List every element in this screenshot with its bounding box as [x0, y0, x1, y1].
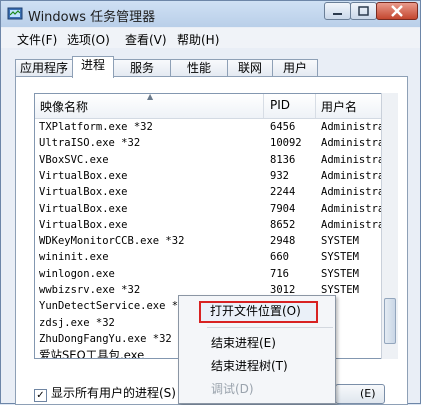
column-header-pid[interactable]: PID [270, 98, 290, 112]
minimize-button[interactable] [324, 2, 351, 20]
cell-image-name: YunDetectService.exe *32 [39, 300, 191, 313]
cell-image-name: wwbizsrv.exe *32 [39, 284, 141, 296]
cell-pid: 716 [270, 267, 289, 280]
task-manager-icon [7, 7, 23, 20]
cell-username: Administra [321, 186, 384, 199]
cell-pid: 8652 [270, 218, 296, 231]
cell-image-name: zdsj.exe *32 [39, 316, 115, 329]
table-row[interactable]: WDKeyMonitorCCB.exe *32 2948 SYSTEM [35, 233, 383, 249]
ctx-end-process[interactable]: 结束进程(E) [179, 334, 335, 352]
ctx-separator [207, 327, 333, 328]
cell-username: SYSTEM [321, 267, 359, 280]
maximize-icon [358, 6, 369, 16]
cell-username: Administra [321, 218, 384, 231]
ctx-debug: 调试(D) [179, 380, 335, 398]
menu-options[interactable]: 选项(O) [67, 31, 110, 48]
cell-image-name: winlogon.exe [39, 267, 115, 280]
close-button[interactable] [376, 2, 418, 20]
cell-image-name: VBoxSVC.exe [39, 153, 109, 166]
column-header-image-name[interactable]: 映像名称 [40, 98, 88, 115]
table-row[interactable]: VirtualBox.exe 932 Administra [35, 168, 384, 184]
close-icon [391, 5, 403, 17]
cell-pid: 10092 [270, 137, 302, 150]
tab-users[interactable]: 用户 [272, 59, 318, 77]
table-row[interactable]: VirtualBox.exe 2244 Administra [35, 184, 384, 200]
maximize-button[interactable] [350, 2, 377, 20]
table-row[interactable]: wininit.exe 660 SYSTEM [35, 249, 383, 265]
tab-processes[interactable]: 进程 [72, 56, 114, 78]
ctx-open-file-location-overlay-label: 打开文件位置(O) [210, 304, 301, 318]
end-process-button-label: (E) [360, 387, 376, 400]
column-divider[interactable] [263, 94, 264, 118]
menu-bar: 文件(F) 选项(O) 查看(V) 帮助(H) [1, 28, 420, 48]
title-bar[interactable]: Windows 任务管理器 [1, 1, 420, 27]
cell-username: Administra [321, 153, 384, 166]
menu-view[interactable]: 查看(V) [125, 31, 167, 48]
cell-pid: 7904 [270, 202, 296, 215]
cell-image-name: WDKeyMonitorCCB.exe *32 [39, 235, 185, 248]
column-header-row: ▲ 映像名称 PID 用户名 [35, 94, 383, 119]
cell-image-name: ZhuDongFangYu.exe *32 [39, 332, 172, 345]
cell-image-name: 爱站SEO工具包.exe [39, 348, 145, 359]
cell-image-name: VirtualBox.exe [39, 186, 128, 199]
table-row[interactable]: UltraISO.exe *32 10092 Administra [35, 135, 384, 151]
show-all-users-label: 显示所有用户的进程(S) [51, 386, 176, 400]
column-divider[interactable] [315, 94, 316, 118]
ctx-debug-label: 调试(D) [211, 382, 254, 396]
table-row[interactable]: winlogon.exe 716 SYSTEM [35, 266, 383, 282]
ctx-end-process-tree-label: 结束进程树(T) [211, 359, 288, 373]
end-process-button[interactable]: (E) [335, 384, 385, 404]
column-header-username[interactable]: 用户名 [321, 98, 357, 115]
cell-image-name: VirtualBox.exe [39, 202, 128, 215]
window-title: Windows 任务管理器 [28, 10, 156, 25]
cell-image-name: VirtualBox.exe [39, 169, 128, 182]
cell-username: Administra [321, 169, 384, 182]
menu-help[interactable]: 帮助(H) [177, 31, 219, 48]
cell-username: Administra [321, 137, 384, 150]
minimize-icon [333, 13, 342, 15]
tab-applications[interactable]: 应用程序 [15, 59, 73, 77]
menu-file[interactable]: 文件(F) [17, 31, 57, 48]
cell-pid: 8136 [270, 153, 296, 166]
tab-networking[interactable]: 联网 [227, 59, 273, 77]
tab-performance[interactable]: 性能 [170, 59, 228, 77]
cell-username: Administra [321, 202, 384, 215]
table-row[interactable]: VBoxSVC.exe 8136 Administra [35, 152, 384, 168]
cell-image-name: wininit.exe [39, 251, 109, 264]
cell-pid: 6456 [270, 121, 296, 133]
cell-pid: 2244 [270, 186, 296, 199]
cell-pid: 660 [270, 251, 289, 264]
table-row[interactable]: TXPlatform.exe *32 6456 Administra [35, 119, 384, 135]
cell-username: Administra [321, 121, 384, 133]
vertical-scrollbar[interactable] [381, 93, 398, 359]
ctx-end-process-label: 结束进程(E) [211, 336, 276, 350]
ctx-open-file-location-text: 打开文件位置(O) [178, 302, 336, 320]
cell-username: SYSTEM [321, 235, 359, 248]
checkbox-check-icon[interactable]: ✓ [34, 389, 47, 402]
cell-pid: 2948 [270, 235, 296, 248]
cell-pid: 932 [270, 169, 289, 182]
table-row[interactable]: VirtualBox.exe 8652 Administra [35, 217, 384, 233]
tab-services[interactable]: 服务 [113, 59, 171, 77]
cell-image-name: TXPlatform.exe *32 [39, 121, 153, 133]
cell-username: SYSTEM [321, 251, 359, 264]
cell-image-name: VirtualBox.exe [39, 218, 128, 231]
table-row[interactable]: VirtualBox.exe 7904 Administra [35, 201, 384, 217]
ctx-end-process-tree[interactable]: 结束进程树(T) [179, 357, 335, 375]
cell-image-name: UltraISO.exe *32 [39, 137, 141, 150]
show-all-users-checkbox[interactable]: ✓ 显示所有用户的进程(S) [34, 384, 176, 402]
scrollbar-thumb[interactable] [384, 298, 396, 344]
sort-arrow-icon: ▲ [147, 93, 154, 101]
